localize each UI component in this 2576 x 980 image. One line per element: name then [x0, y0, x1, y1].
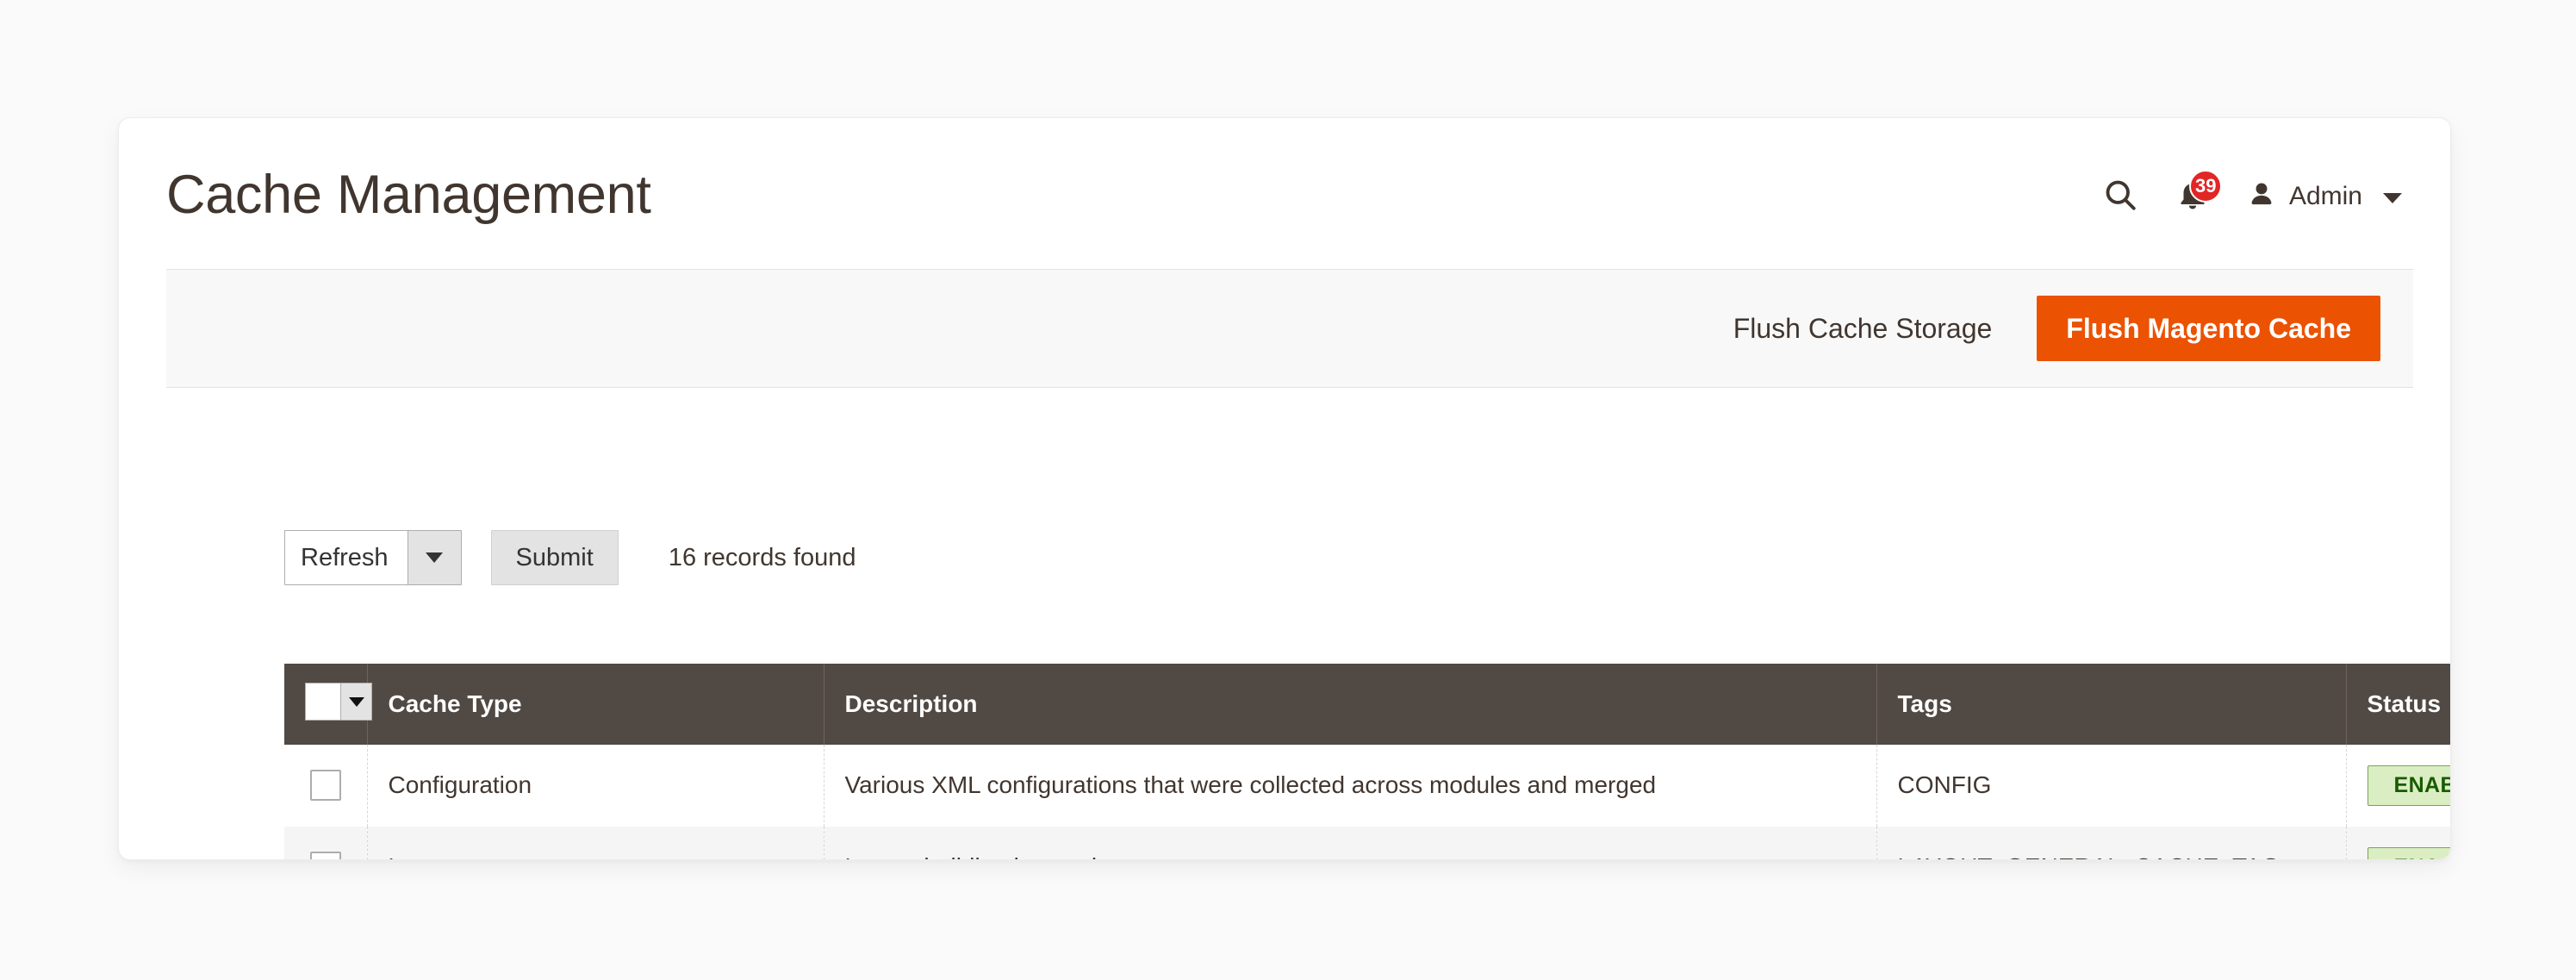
chevron-down-icon [426, 552, 444, 563]
row-checkbox[interactable] [309, 770, 341, 802]
page-actions-bar: Flush Cache Storage Flush Magento Cache [166, 269, 2413, 388]
cache-grid: Cache Type Description Tags Status Confi… [284, 664, 2450, 859]
select-all-dropdown-button[interactable] [340, 684, 371, 720]
notifications-button[interactable]: 39 [2151, 170, 2234, 223]
column-header-description[interactable]: Description [824, 664, 1877, 745]
account-name: Admin [2288, 182, 2362, 210]
grid-header-row: Cache Type Description Tags Status [284, 664, 2450, 745]
cell-status: ENABLED [2346, 745, 2450, 827]
table-row[interactable]: Configuration Various XML configurations… [284, 745, 2450, 827]
cell-tags: LAYOUT_GENERAL_CACHE_TAG [1876, 826, 2347, 859]
cell-description: Various XML configurations that were col… [824, 745, 1877, 827]
mass-action-select-value: Refresh [301, 543, 389, 571]
grid-head: Cache Type Description Tags Status [284, 664, 2450, 745]
row-select-cell [284, 745, 368, 827]
search-icon [2101, 176, 2139, 218]
column-header-status[interactable]: Status [2346, 664, 2450, 745]
mass-action-select-arrow[interactable] [407, 531, 461, 584]
records-found-label: 16 records found [668, 543, 856, 571]
column-header-cache-type[interactable]: Cache Type [367, 664, 824, 745]
admin-content-card: Cache Management 39 Admin Flush Cache St… [118, 117, 2451, 860]
table-row[interactable]: Layouts Layout building instructions LAY… [284, 826, 2450, 859]
notification-count-badge: 39 [2188, 170, 2223, 203]
header-tools: 39 Admin [2089, 170, 2402, 223]
status-badge: ENABLED [2367, 846, 2450, 859]
page-title: Cache Management [166, 165, 651, 225]
search-button[interactable] [2089, 170, 2151, 223]
chevron-down-icon [348, 696, 364, 707]
column-header-select-all [284, 664, 372, 745]
cache-grid-table: Cache Type Description Tags Status Confi… [284, 664, 2450, 859]
flush-cache-storage-button[interactable]: Flush Cache Storage [1714, 313, 2012, 345]
select-all-control[interactable] [305, 683, 372, 721]
submit-button[interactable]: Submit [490, 530, 619, 585]
status-badge: ENABLED [2367, 765, 2450, 806]
select-all-checkbox[interactable] [306, 684, 340, 720]
cell-cache-type: Configuration [367, 745, 824, 827]
cell-cache-type: Layouts [367, 826, 824, 859]
chevron-down-icon [2383, 192, 2402, 203]
row-select-cell [284, 826, 368, 859]
page-header: Cache Management 39 Admin [119, 118, 2450, 269]
grid-toolbar: Refresh Submit 16 records found [284, 530, 856, 585]
column-header-tags[interactable]: Tags [1876, 664, 2347, 745]
account-menu-button[interactable]: Admin [2234, 170, 2402, 223]
mass-action-select[interactable]: Refresh [284, 530, 462, 585]
cell-tags: CONFIG [1876, 745, 2347, 827]
user-icon [2246, 179, 2277, 215]
row-checkbox[interactable] [309, 852, 341, 859]
cell-description: Layout building instructions [824, 826, 1877, 859]
flush-magento-cache-button[interactable]: Flush Magento Cache [2037, 296, 2380, 361]
grid-body: Configuration Various XML configurations… [284, 745, 2450, 859]
cell-status: ENABLED [2346, 827, 2450, 859]
